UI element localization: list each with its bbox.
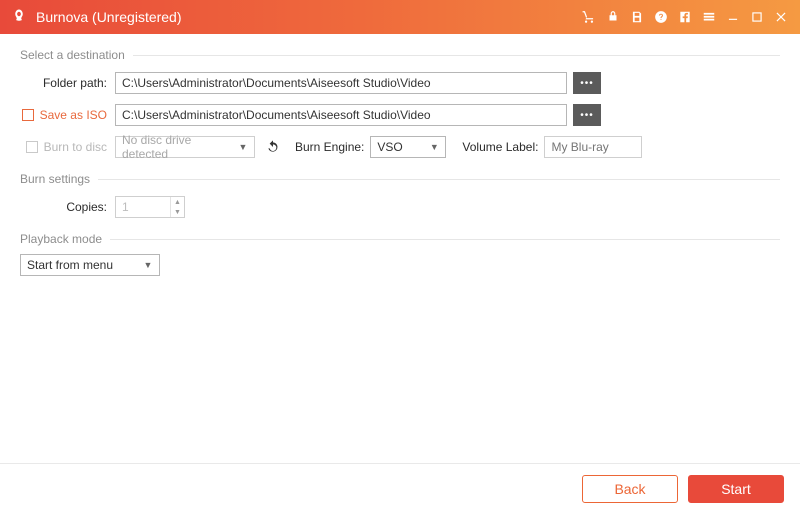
chevron-down-icon: ▼	[427, 142, 441, 152]
section-playback-mode-label: Playback mode	[20, 232, 102, 246]
app-logo-icon	[10, 8, 28, 26]
section-destination-label: Select a destination	[20, 48, 125, 62]
playback-mode-dropdown[interactable]: Start from menu ▼	[20, 254, 160, 276]
disc-drive-dropdown[interactable]: No disc drive detected ▼	[115, 136, 255, 158]
burn-to-disc-label: Burn to disc	[44, 140, 107, 154]
burn-engine-label: Burn Engine:	[295, 140, 364, 154]
row-save-as-iso: Save as ISO •••	[20, 104, 780, 126]
start-button[interactable]: Start	[688, 475, 784, 503]
row-burn-to-disc: Burn to disc No disc drive detected ▼ Bu…	[20, 136, 780, 158]
app-title: Burnova (Unregistered)	[36, 9, 182, 25]
section-destination: Select a destination	[20, 48, 780, 62]
volume-label-input[interactable]	[544, 136, 642, 158]
section-burn-settings: Burn settings	[20, 172, 780, 186]
volume-label-label: Volume Label:	[462, 140, 538, 154]
cart-icon[interactable]	[578, 6, 600, 28]
folder-path-label: Folder path:	[20, 76, 115, 90]
minimize-icon[interactable]	[722, 6, 744, 28]
burn-engine-value: VSO	[377, 140, 427, 154]
iso-path-browse-button[interactable]: •••	[573, 104, 601, 126]
copies-value: 1	[116, 200, 170, 214]
title-bar: Burnova (Unregistered)	[0, 0, 800, 34]
copies-stepper[interactable]: 1 ▲ ▼	[115, 196, 185, 218]
burn-to-disc-checkbox[interactable]	[26, 141, 38, 153]
row-folder-path: Folder path: •••	[20, 72, 780, 94]
help-icon[interactable]	[650, 6, 672, 28]
register-icon[interactable]	[602, 6, 624, 28]
chevron-down-icon: ▼	[141, 260, 155, 270]
app-window: Burnova (Unregistered) Select a destinat…	[0, 0, 800, 514]
copies-up-icon[interactable]: ▲	[171, 197, 184, 207]
folder-path-input[interactable]	[115, 72, 567, 94]
facebook-icon[interactable]	[674, 6, 696, 28]
copies-label: Copies:	[20, 200, 115, 214]
copies-down-icon[interactable]: ▼	[171, 207, 184, 217]
section-burn-settings-label: Burn settings	[20, 172, 90, 186]
burn-engine-dropdown[interactable]: VSO ▼	[370, 136, 446, 158]
footer: Back Start	[0, 464, 800, 514]
back-button[interactable]: Back	[582, 475, 678, 503]
save-icon[interactable]	[626, 6, 648, 28]
menu-icon[interactable]	[698, 6, 720, 28]
content-area: Select a destination Folder path: ••• Sa…	[0, 34, 800, 464]
close-icon[interactable]	[770, 6, 792, 28]
row-copies: Copies: 1 ▲ ▼	[20, 196, 780, 218]
save-as-iso-checkbox[interactable]	[22, 109, 34, 121]
playback-mode-value: Start from menu	[27, 258, 141, 272]
chevron-down-icon: ▼	[236, 142, 250, 152]
refresh-icon[interactable]	[263, 137, 283, 157]
section-playback-mode: Playback mode	[20, 232, 780, 246]
disc-drive-value: No disc drive detected	[122, 133, 236, 161]
folder-path-browse-button[interactable]: •••	[573, 72, 601, 94]
row-playback-mode: Start from menu ▼	[20, 254, 780, 276]
save-as-iso-label: Save as ISO	[40, 108, 107, 122]
iso-path-input[interactable]	[115, 104, 567, 126]
maximize-icon[interactable]	[746, 6, 768, 28]
